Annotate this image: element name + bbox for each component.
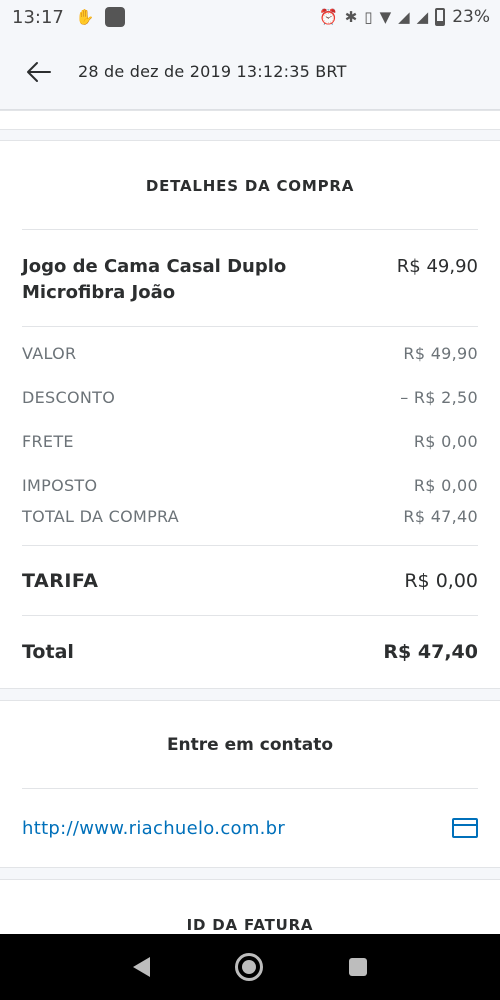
row-value: – R$ 2,50 [400, 387, 478, 407]
arrow-left-icon [27, 61, 51, 82]
tarifa-label: TARIFA [22, 569, 99, 592]
status-time: 13:17 [12, 6, 64, 28]
total-value: R$ 47,40 [383, 641, 478, 663]
row-imposto: IMPOSTO R$ 0,00 [22, 463, 478, 507]
row-desconto: DESCONTO – R$ 2,50 [22, 375, 478, 419]
wifi-icon: ▼ [379, 8, 392, 26]
alarm-icon: ⏰ [319, 8, 338, 26]
browser-icon[interactable] [452, 818, 478, 838]
system-navigation-bar [0, 934, 500, 1000]
total-label: Total [22, 641, 74, 663]
total-row: Total R$ 47,40 [22, 616, 478, 688]
row-total-da-compra: TOTAL DA COMPRA R$ 47,40 [22, 507, 478, 545]
row-label: FRETE [22, 431, 74, 451]
contact-title: Entre em contato [22, 701, 478, 789]
row-frete: FRETE R$ 0,00 [22, 419, 478, 463]
battery-icon [435, 8, 446, 26]
invoice-id-title: ID DA FATURA [186, 916, 314, 934]
bluetooth-icon: ✱ [344, 8, 358, 26]
page-title: 28 de dez de 2019 13:12:35 BRT [78, 62, 347, 81]
product-name: Jogo de Cama Casal Duplo Microfibra João [22, 256, 287, 303]
tarifa-row: TARIFA R$ 0,00 [22, 546, 478, 616]
signal-icon: ◢ [416, 8, 429, 26]
nav-home-icon[interactable] [235, 953, 264, 981]
product-row: Jogo de Cama Casal Duplo Microfibra João… [22, 230, 478, 327]
contact-link-row[interactable]: http://www.riachuelo.com.br [22, 789, 478, 867]
row-value: R$ 49,90 [403, 343, 478, 363]
merchant-website-link[interactable]: http://www.riachuelo.com.br [22, 818, 285, 839]
vibrate-icon: ▯ [364, 8, 373, 26]
top-card-edge [0, 110, 500, 130]
row-value: R$ 47,40 [403, 507, 478, 526]
row-label: IMPOSTO [22, 475, 98, 495]
battery-percent: 23% [452, 7, 490, 27]
status-bar: 13:17 ✋ ⏰ ✱ ▯ ▼ ◢ ◢ 23% [0, 0, 500, 34]
row-label: DESCONTO [22, 387, 116, 407]
contact-card: Entre em contato http://www.riachuelo.co… [0, 700, 500, 868]
signal-icon: ◢ [398, 8, 410, 26]
row-value: R$ 0,00 [413, 431, 478, 451]
row-label: TOTAL DA COMPRA [22, 507, 180, 526]
hand-icon: ✋ [75, 8, 95, 26]
invoice-id-card: ID DA FATURA [0, 879, 500, 934]
row-valor: VALOR R$ 49,90 [22, 331, 478, 375]
app-bar: 28 de dez de 2019 13:12:35 BRT [0, 34, 500, 110]
row-value: R$ 0,00 [413, 475, 478, 495]
back-button[interactable] [0, 34, 78, 110]
tarifa-value: R$ 0,00 [404, 569, 478, 592]
purchase-details-title: DETALHES DA COMPRA [22, 141, 478, 230]
product-price: R$ 49,90 [396, 256, 478, 277]
purchase-details-card: DETALHES DA COMPRA Jogo de Cama Casal Du… [0, 140, 500, 689]
transaction-details-scroll[interactable]: DETALHES DA COMPRA Jogo de Cama Casal Du… [0, 110, 500, 934]
app-icon [104, 7, 125, 27]
price-breakdown: VALOR R$ 49,90 DESCONTO – R$ 2,50 FRETE … [22, 327, 478, 546]
nav-back-icon[interactable] [132, 957, 150, 977]
row-label: VALOR [22, 343, 77, 363]
nav-recent-apps-icon[interactable] [349, 958, 368, 976]
